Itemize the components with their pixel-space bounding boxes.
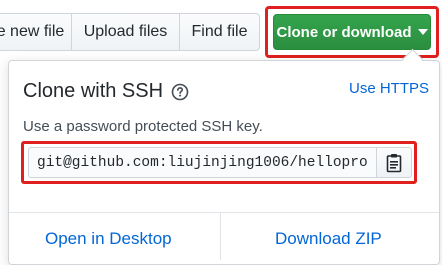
clone-url-highlight <box>21 141 417 184</box>
file-toolbar: e new file Upload files Find file Clone … <box>0 0 442 60</box>
upload-files-button[interactable]: Upload files <box>72 13 180 51</box>
clone-button-label: Clone or download <box>276 23 412 41</box>
dropdown-title: Clone with SSH <box>23 80 164 102</box>
clipboard-icon <box>386 153 402 172</box>
use-https-link[interactable]: Use HTTPS <box>349 80 429 97</box>
find-file-button[interactable]: Find file <box>180 13 260 51</box>
clone-or-download-button[interactable]: Clone or download <box>273 14 431 50</box>
download-zip-link[interactable]: Download ZIP <box>275 229 382 249</box>
ssh-description: Use a password protected SSH key. <box>23 118 263 135</box>
create-new-file-button[interactable]: e new file <box>0 13 72 51</box>
copy-url-button[interactable] <box>376 147 412 178</box>
clone-url-input[interactable] <box>28 147 376 178</box>
dropdown-header: Clone with SSH <box>23 80 189 103</box>
question-circle-icon[interactable] <box>171 83 189 101</box>
footer-divider <box>220 212 221 260</box>
caret-down-icon <box>417 29 428 35</box>
open-in-desktop-link[interactable]: Open in Desktop <box>45 229 172 249</box>
